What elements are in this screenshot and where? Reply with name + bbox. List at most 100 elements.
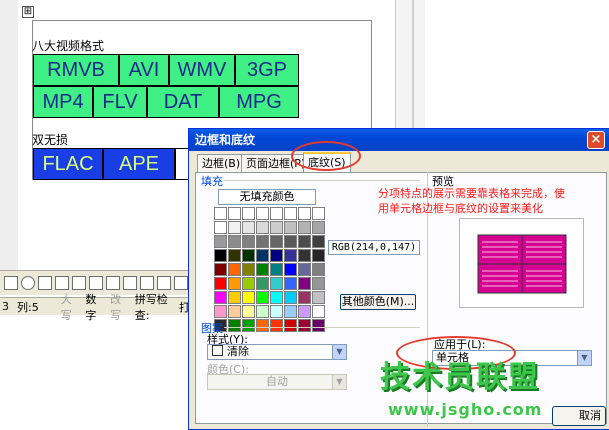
color-swatch[interactable] (298, 249, 311, 262)
color-swatch[interactable] (298, 207, 311, 220)
picture-icon[interactable] (123, 276, 137, 290)
color-swatch[interactable] (228, 221, 241, 234)
color-swatch[interactable] (298, 235, 311, 248)
color-swatch[interactable] (284, 291, 297, 304)
cancel-button[interactable]: 取消 (552, 406, 606, 426)
format-cell[interactable]: AVI (119, 54, 169, 86)
color-swatch[interactable] (284, 319, 297, 332)
color-swatch[interactable] (242, 221, 255, 234)
color-swatch[interactable] (270, 249, 283, 262)
clipart-icon[interactable] (106, 276, 120, 290)
color-swatch[interactable] (270, 291, 283, 304)
more-colors-button[interactable]: 其他颜色(M)... (340, 294, 416, 310)
color-swatch[interactable] (312, 221, 325, 234)
color-swatch[interactable] (270, 305, 283, 318)
color-swatch[interactable] (312, 277, 325, 290)
color-swatch[interactable] (228, 235, 241, 248)
color-swatch[interactable] (312, 249, 325, 262)
color-swatch[interactable] (312, 305, 325, 318)
color-swatch[interactable] (284, 249, 297, 262)
color-swatch[interactable] (312, 291, 325, 304)
color-swatch[interactable] (270, 221, 283, 234)
color-swatch[interactable] (242, 305, 255, 318)
format-cell[interactable]: MP4 (33, 86, 93, 118)
textbox-icon[interactable] (38, 276, 52, 290)
color-swatch[interactable] (298, 221, 311, 234)
color-swatch[interactable] (242, 277, 255, 290)
tab-borders[interactable]: 边框(B) (197, 154, 246, 172)
color-swatch[interactable] (270, 319, 283, 332)
color-swatch[interactable] (228, 277, 241, 290)
pattern-color-select[interactable]: 自动 ▼ (207, 374, 347, 390)
color-swatch[interactable] (270, 207, 283, 220)
color-swatch[interactable] (284, 235, 297, 248)
color-swatch[interactable] (214, 221, 227, 234)
vertical-textbox-icon[interactable] (55, 276, 69, 290)
color-swatch[interactable] (256, 263, 269, 276)
format-cell[interactable]: WMV (169, 54, 235, 86)
color-swatch[interactable] (256, 319, 269, 332)
format-cell[interactable]: APE (103, 148, 175, 180)
color-swatch[interactable] (228, 291, 241, 304)
color-swatch[interactable] (298, 263, 311, 276)
color-swatch[interactable] (228, 305, 241, 318)
close-button[interactable]: × (587, 131, 605, 149)
color-swatch[interactable] (284, 277, 297, 290)
color-swatch[interactable] (242, 249, 255, 262)
pattern-style-select[interactable]: 清除 ▼ (207, 344, 347, 360)
color-swatch[interactable] (214, 207, 227, 220)
rectangle-icon[interactable] (4, 276, 18, 290)
format-cell[interactable]: FLV (93, 86, 147, 118)
color-swatch[interactable] (284, 221, 297, 234)
color-swatch[interactable] (298, 277, 311, 290)
color-swatch[interactable] (298, 319, 311, 332)
color-swatch[interactable] (298, 291, 311, 304)
color-swatch[interactable] (270, 263, 283, 276)
color-swatch[interactable] (228, 263, 241, 276)
color-swatch[interactable] (214, 291, 227, 304)
color-swatch[interactable] (228, 207, 241, 220)
color-swatch[interactable] (270, 235, 283, 248)
color-swatch[interactable] (256, 305, 269, 318)
color-swatch[interactable] (312, 235, 325, 248)
color-swatch[interactable] (284, 305, 297, 318)
color-swatch[interactable] (312, 319, 325, 332)
format-cell-empty[interactable] (175, 148, 189, 180)
format-cell[interactable]: RMVB (33, 54, 119, 86)
table-move-handle-icon[interactable]: ⊞ (22, 6, 34, 18)
color-swatch[interactable] (214, 305, 227, 318)
no-fill-button[interactable]: 无填充颜色 (218, 189, 316, 205)
format-cell[interactable]: DAT (147, 86, 219, 118)
color-swatch[interactable] (284, 263, 297, 276)
line-color-icon[interactable] (157, 276, 171, 290)
color-swatch[interactable] (298, 305, 311, 318)
fill-color-icon[interactable] (140, 276, 154, 290)
color-swatch[interactable] (242, 235, 255, 248)
color-swatch[interactable] (312, 207, 325, 220)
color-swatch[interactable] (256, 207, 269, 220)
wordart-icon[interactable] (72, 276, 86, 290)
color-swatch[interactable] (242, 263, 255, 276)
color-swatch[interactable] (312, 263, 325, 276)
color-swatch[interactable] (256, 277, 269, 290)
oval-icon[interactable] (21, 276, 35, 290)
chevron-down-icon[interactable]: ▼ (332, 345, 346, 359)
color-swatch[interactable] (214, 263, 227, 276)
format-cell[interactable]: 3GP (235, 54, 299, 86)
color-swatch[interactable] (214, 235, 227, 248)
color-swatch[interactable] (242, 291, 255, 304)
color-swatch[interactable] (228, 249, 241, 262)
color-swatch[interactable] (214, 249, 227, 262)
color-swatch[interactable] (214, 277, 227, 290)
color-swatch[interactable] (284, 207, 297, 220)
color-swatch[interactable] (256, 235, 269, 248)
color-swatch[interactable] (270, 277, 283, 290)
color-swatch[interactable] (242, 207, 255, 220)
chevron-down-icon[interactable]: ▼ (332, 375, 346, 389)
color-swatch[interactable] (256, 221, 269, 234)
format-cell[interactable]: MPG (219, 86, 299, 118)
format-cell[interactable]: FLAC (33, 148, 103, 180)
color-swatch[interactable] (256, 291, 269, 304)
font-color-icon[interactable] (174, 276, 188, 290)
dialog-title[interactable]: 边框和底纹 (189, 129, 609, 151)
